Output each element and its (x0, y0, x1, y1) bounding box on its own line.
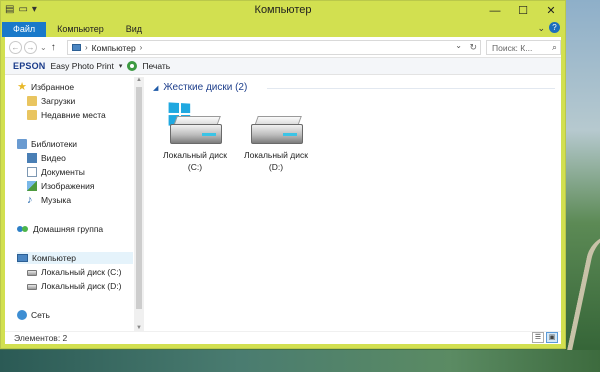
nav-drive-d-label: Локальный диск (D:) (41, 281, 122, 291)
nav-libraries-label: Библиотеки (31, 139, 78, 149)
scroll-up-icon[interactable]: ▲ (134, 77, 144, 83)
music-library-icon: ♪ (27, 194, 33, 206)
star-icon: ★ (17, 81, 27, 93)
drive-c-letter: (C:) (187, 162, 203, 172)
breadcrumb-computer[interactable]: Компьютер (92, 43, 136, 53)
address-history-icon[interactable]: ⌄ (455, 41, 462, 50)
up-button[interactable]: ↑ (51, 42, 56, 53)
items-count: Элементов: 2 (14, 333, 68, 343)
address-field[interactable]: › Компьютер › ⌄ ↻ (67, 40, 481, 55)
nav-music[interactable]: ♪ Музыка (27, 194, 72, 206)
close-button[interactable]: ✕ (537, 1, 565, 21)
tab-computer[interactable]: Компьютер (46, 22, 115, 37)
easy-photo-print-dropdown-icon[interactable]: ▾ (119, 62, 123, 70)
nav-recent-places-label: Недавние места (41, 110, 106, 120)
address-bar-row: ← → ⌄ ↑ › Компьютер › ⌄ ↻ Поиск: К... ⌕ (5, 37, 561, 58)
video-library-icon (27, 153, 37, 163)
nav-computer-label: Компьютер (32, 253, 76, 263)
recent-locations-icon[interactable]: ⌄ (40, 43, 47, 52)
details-view-icon[interactable]: ☰ (532, 332, 544, 343)
breadcrumb-expand-icon[interactable]: › (140, 43, 143, 52)
ribbon-tabs: Файл Компьютер Вид ⌄ ? (1, 21, 565, 37)
nav-homegroup-label: Домашняя группа (33, 224, 104, 234)
navigation-scrollbar[interactable]: ▲ ▼ (134, 77, 144, 331)
epson-logo: EPSON (13, 61, 46, 71)
view-switcher: ☰ ▣ (532, 332, 558, 343)
breadcrumb-separator-icon[interactable]: › (85, 43, 88, 52)
hard-drive-icon (246, 103, 306, 148)
search-input[interactable]: Поиск: К... ⌕ (486, 40, 561, 55)
group-divider (267, 88, 555, 89)
nav-recent-places[interactable]: Недавние места (27, 110, 106, 120)
command-toolbar: EPSON Easy Photo Print ▾ Печать (5, 58, 561, 75)
nav-images-label: Изображения (41, 181, 95, 191)
drive-c-name: Локальный диск (163, 150, 227, 160)
drive-c-item[interactable]: Локальный диск (C:) (159, 102, 231, 172)
search-icon: ⌕ (551, 42, 557, 52)
content-pane: ◢ Жесткие диски (2) Локальный диск (C:) (147, 77, 561, 331)
title-bar[interactable]: ▤ ▭ ▾ Компьютер — ☐ ✕ (1, 1, 565, 21)
maximize-button[interactable]: ☐ (509, 1, 537, 21)
tab-view[interactable]: Вид (115, 22, 153, 37)
recent-places-icon (27, 110, 37, 120)
nav-music-label: Музыка (41, 195, 72, 205)
homegroup-icon (17, 224, 29, 234)
nav-drive-c[interactable]: Локальный диск (C:) (27, 267, 121, 277)
nav-network[interactable]: Сеть (17, 310, 50, 320)
computer-nav-icon (17, 254, 28, 262)
downloads-folder-icon (27, 96, 37, 106)
navigation-pane: ★ Избранное Загрузки Недавние места Библ… (5, 77, 145, 331)
print-icon (127, 61, 138, 71)
navigation-buttons: ← → ⌄ ↑ (9, 41, 57, 54)
window-controls: — ☐ ✕ (481, 1, 565, 21)
libraries-icon (17, 139, 27, 149)
drive-d-letter: (D:) (268, 162, 284, 172)
explorer-window: ▤ ▭ ▾ Компьютер — ☐ ✕ Файл Компьютер Вид… (0, 0, 566, 349)
back-button[interactable]: ← (9, 41, 22, 54)
drive-d-name: Локальный диск (244, 150, 308, 160)
images-library-icon (27, 181, 37, 191)
nav-video[interactable]: Видео (27, 153, 66, 163)
system-drive-icon (165, 102, 225, 148)
scrollbar-thumb[interactable] (136, 87, 142, 309)
drive-d-icon (27, 284, 37, 290)
status-bar: Элементов: 2 ☰ ▣ (5, 331, 561, 344)
nav-homegroup[interactable]: Домашняя группа (17, 224, 103, 234)
easy-photo-print-button[interactable]: Easy Photo Print (51, 61, 114, 71)
computer-icon (72, 44, 81, 51)
forward-button[interactable]: → (24, 41, 37, 54)
nav-downloads[interactable]: Загрузки (27, 96, 75, 106)
collapse-group-icon[interactable]: ◢ (153, 84, 158, 92)
print-button[interactable]: Печать (142, 61, 170, 71)
explorer-body: ★ Избранное Загрузки Недавние места Библ… (5, 77, 561, 331)
nav-favorites-label: Избранное (31, 82, 75, 92)
nav-video-label: Видео (41, 153, 66, 163)
nav-documents[interactable]: Документы (27, 167, 85, 177)
nav-libraries[interactable]: Библиотеки (17, 139, 77, 149)
nav-drive-c-label: Локальный диск (C:) (41, 267, 122, 277)
nav-drive-d[interactable]: Локальный диск (D:) (27, 281, 121, 291)
drive-c-icon (27, 270, 37, 276)
ribbon-expand-icon[interactable]: ⌄ (537, 23, 545, 34)
minimize-button[interactable]: — (481, 1, 509, 21)
large-icons-view-icon[interactable]: ▣ (546, 332, 558, 343)
nav-computer[interactable]: Компьютер (17, 252, 133, 264)
help-icon[interactable]: ? (549, 22, 560, 33)
search-placeholder: Поиск: К... (492, 42, 533, 53)
drive-d-item[interactable]: Локальный диск (D:) (240, 103, 312, 172)
explorer-content: ← → ⌄ ↑ › Компьютер › ⌄ ↻ Поиск: К... ⌕ … (5, 37, 561, 344)
network-icon (17, 310, 27, 320)
hard-drives-group-header[interactable]: ◢ Жесткие диски (2) (153, 82, 247, 93)
nav-images[interactable]: Изображения (27, 181, 94, 191)
nav-downloads-label: Загрузки (41, 96, 76, 106)
tab-file[interactable]: Файл (2, 22, 47, 37)
documents-library-icon (27, 167, 37, 177)
nav-documents-label: Документы (41, 167, 85, 177)
nav-network-label: Сеть (31, 310, 50, 320)
hard-drives-group-title: Жесткие диски (2) (163, 82, 248, 93)
refresh-icon[interactable]: ↻ (469, 41, 477, 54)
desktop-bottom-background (0, 350, 600, 372)
nav-favorites[interactable]: ★ Избранное (17, 81, 75, 93)
